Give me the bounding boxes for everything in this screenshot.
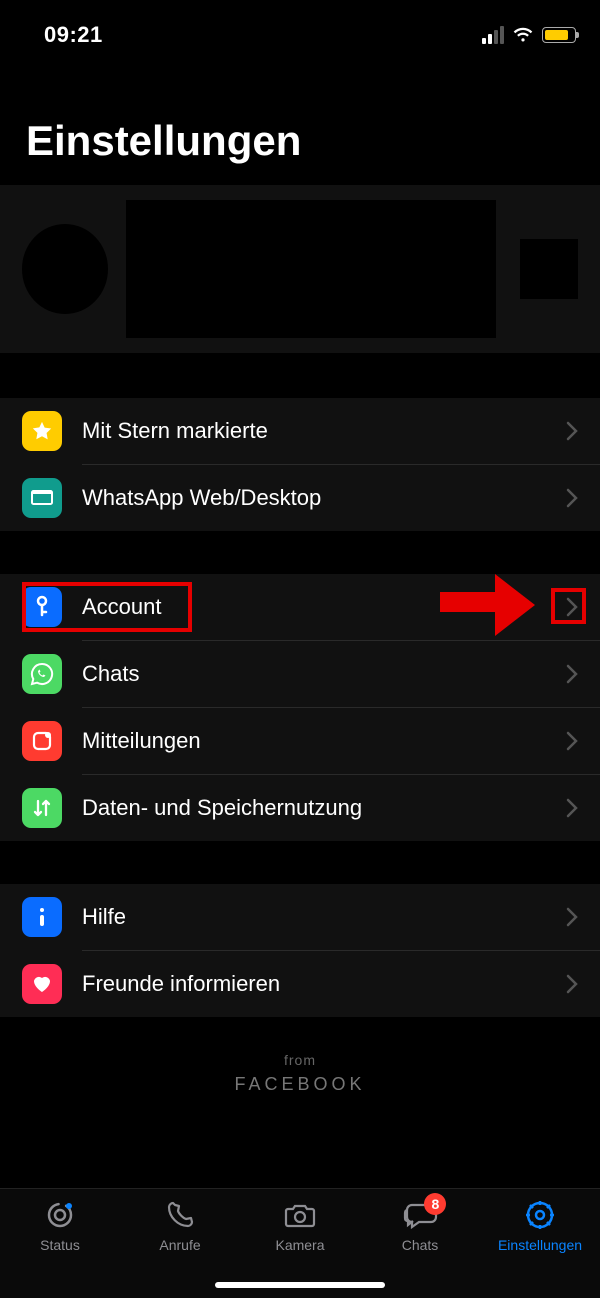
chevron-right-icon bbox=[566, 597, 578, 617]
section-preferences: Account Chats Mitteilungen Daten- und Sp… bbox=[0, 574, 600, 841]
row-label: Mitteilungen bbox=[82, 728, 201, 754]
wifi-icon bbox=[512, 27, 534, 43]
tab-label: Status bbox=[40, 1237, 80, 1253]
chevron-right-icon bbox=[566, 907, 578, 927]
chats-badge: 8 bbox=[424, 1193, 446, 1215]
notifications-icon bbox=[22, 721, 62, 761]
cellular-icon bbox=[482, 26, 504, 44]
status-bar: 09:21 bbox=[0, 0, 600, 55]
row-label: Mit Stern markierte bbox=[82, 418, 268, 444]
section-support: Hilfe Freunde informieren bbox=[0, 884, 600, 1017]
data-arrows-icon bbox=[22, 788, 62, 828]
home-indicator[interactable] bbox=[215, 1282, 385, 1288]
tab-status[interactable]: Status bbox=[0, 1199, 120, 1298]
desktop-icon bbox=[22, 478, 62, 518]
tab-bar: Status Anrufe Kamera 8 Chats Einstellung… bbox=[0, 1188, 600, 1298]
star-icon bbox=[22, 411, 62, 451]
row-label: Hilfe bbox=[82, 904, 126, 930]
key-icon bbox=[22, 587, 62, 627]
battery-icon bbox=[542, 27, 576, 43]
row-starred-messages[interactable]: Mit Stern markierte bbox=[0, 398, 600, 464]
info-icon bbox=[22, 897, 62, 937]
camera-icon bbox=[240, 1199, 360, 1231]
row-label: Account bbox=[82, 594, 162, 620]
chevron-right-icon bbox=[566, 488, 578, 508]
tab-label: Chats bbox=[402, 1237, 439, 1253]
row-chats[interactable]: Chats bbox=[0, 641, 600, 707]
row-label: WhatsApp Web/Desktop bbox=[82, 485, 321, 511]
avatar bbox=[22, 224, 108, 314]
chevron-right-icon bbox=[566, 421, 578, 441]
status-icon bbox=[0, 1199, 120, 1231]
row-help[interactable]: Hilfe bbox=[0, 884, 600, 950]
row-notifications[interactable]: Mitteilungen bbox=[0, 708, 600, 774]
row-whatsapp-web[interactable]: WhatsApp Web/Desktop bbox=[0, 465, 600, 531]
row-data-storage[interactable]: Daten- und Speichernutzung bbox=[0, 775, 600, 841]
tab-label: Anrufe bbox=[159, 1237, 200, 1253]
status-time: 09:21 bbox=[44, 22, 103, 48]
tab-settings[interactable]: Einstellungen bbox=[480, 1199, 600, 1298]
tab-label: Kamera bbox=[275, 1237, 324, 1253]
gear-icon bbox=[480, 1199, 600, 1231]
page-title: Einstellungen bbox=[0, 55, 600, 185]
chevron-right-icon bbox=[566, 664, 578, 684]
section-media: Mit Stern markierte WhatsApp Web/Desktop bbox=[0, 398, 600, 531]
profile-row[interactable] bbox=[0, 185, 600, 353]
chevron-right-icon bbox=[566, 798, 578, 818]
status-indicators bbox=[482, 26, 576, 44]
whatsapp-icon bbox=[22, 654, 62, 694]
footer-brand-label: FACEBOOK bbox=[0, 1074, 600, 1095]
phone-icon bbox=[120, 1199, 240, 1231]
row-account[interactable]: Account bbox=[0, 574, 600, 640]
chats-icon: 8 bbox=[360, 1199, 480, 1231]
footer-branding: from FACEBOOK bbox=[0, 1017, 600, 1105]
row-label: Chats bbox=[82, 661, 139, 687]
row-label: Freunde informieren bbox=[82, 971, 280, 997]
footer-from-label: from bbox=[0, 1052, 600, 1068]
profile-name-redacted bbox=[126, 200, 496, 338]
chevron-right-icon bbox=[566, 974, 578, 994]
row-label: Daten- und Speichernutzung bbox=[82, 795, 362, 821]
tab-label: Einstellungen bbox=[498, 1237, 582, 1253]
profile-qr-redacted bbox=[520, 239, 578, 299]
row-tell-a-friend[interactable]: Freunde informieren bbox=[0, 951, 600, 1017]
heart-icon bbox=[22, 964, 62, 1004]
chevron-right-icon bbox=[566, 731, 578, 751]
